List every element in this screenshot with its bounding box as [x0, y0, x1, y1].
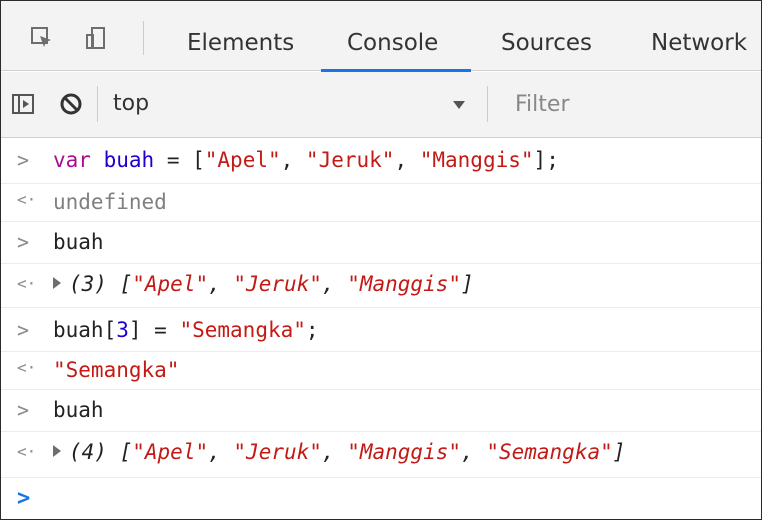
string-literal: "Manggis" [419, 148, 534, 172]
semicolon: ; [305, 318, 319, 342]
console-caret-icon: > [17, 486, 31, 511]
tab-console[interactable]: Console [347, 1, 438, 71]
clear-console-icon[interactable] [59, 92, 83, 116]
result-prompt-icon: <· [17, 442, 37, 461]
bracket: ] [612, 440, 626, 464]
array-preview[interactable]: (4) ["Apel", "Jeruk", "Manggis", "Semang… [53, 440, 625, 464]
comma: , [321, 440, 348, 464]
result-value: undefined [53, 190, 167, 214]
bracket: ] [461, 272, 474, 296]
comma: , [208, 272, 234, 296]
array-length: (4) [69, 440, 107, 464]
console-input-entry: > buah [1, 390, 761, 432]
tab-sources[interactable]: Sources [501, 1, 592, 71]
context-label: top [113, 91, 150, 116]
console-sidebar-icon[interactable] [11, 92, 35, 116]
variable-name: buah[ [53, 318, 117, 342]
string-literal: "Semangka" [486, 440, 613, 464]
filterbar-divider [97, 86, 98, 122]
string-literal: "Apel" [132, 272, 209, 296]
comma: , [394, 148, 420, 172]
bracket: [ [119, 272, 133, 296]
operator: = [154, 148, 193, 172]
array-length: (3) [69, 272, 107, 296]
operator: = [141, 318, 180, 342]
keyword: var [53, 148, 91, 172]
expand-triangle-icon[interactable] [53, 445, 61, 457]
string-literal: "Manggis" [347, 440, 462, 464]
result-prompt-icon: <· [17, 358, 37, 377]
result-value: "Semangka" [53, 358, 180, 382]
string-literal: "Jeruk" [233, 272, 322, 296]
comma: , [280, 148, 306, 172]
result-prompt-icon: <· [17, 190, 37, 209]
variable-name: buah [103, 148, 155, 172]
console-input-entry: > buah[3] = "Semangka"; [1, 308, 761, 352]
devtools-window: Elements Console Sources Network top > v… [0, 0, 762, 520]
index-number: 3 [116, 318, 129, 342]
context-selector[interactable]: top [113, 86, 473, 122]
input-prompt-icon: > [17, 398, 30, 422]
console-result-entry: <· "Semangka" [1, 352, 761, 390]
console-result-entry: <· undefined [1, 184, 761, 222]
input-prompt-icon: > [17, 148, 30, 172]
console-result-entry: <· (4) ["Apel", "Jeruk", "Manggis", "Sem… [1, 432, 761, 478]
console-prompt-line[interactable]: > [1, 478, 761, 519]
console-input-entry: > var buah = ["Apel", "Jeruk", "Manggis"… [1, 138, 761, 184]
console-input-entry: > buah [1, 222, 761, 264]
input-prompt-icon: > [17, 318, 30, 342]
filterbar-divider [487, 86, 488, 122]
bracket: [ [119, 440, 133, 464]
console-result-entry: <· (3) ["Apel", "Jeruk", "Manggis"] [1, 264, 761, 308]
tab-elements[interactable]: Elements [187, 1, 294, 71]
entry-code[interactable]: var buah = ["Apel", "Jeruk", "Manggis"]; [53, 148, 559, 172]
device-toolbar-icon[interactable] [85, 27, 107, 49]
result-prompt-icon: <· [17, 274, 37, 293]
string-literal: "Apel" [132, 440, 209, 464]
string-literal: "Jeruk" [233, 440, 322, 464]
inspect-element-icon[interactable] [31, 27, 53, 49]
dropdown-arrow-icon [453, 101, 465, 109]
string-literal: "Manggis" [347, 272, 462, 296]
entry-code[interactable]: buah [53, 230, 104, 254]
filter-input[interactable] [497, 86, 757, 122]
input-prompt-icon: > [17, 230, 30, 254]
tab-network[interactable]: Network [651, 1, 747, 71]
string-literal: "Semangka" [179, 318, 306, 342]
string-literal: "Jeruk" [305, 148, 395, 172]
comma: , [321, 272, 348, 296]
array-preview[interactable]: (3) ["Apel", "Jeruk", "Manggis"] [53, 272, 474, 296]
bracket: ] [533, 148, 547, 172]
bracket: ] [128, 318, 142, 342]
console-filterbar: top [1, 72, 761, 138]
entry-code[interactable]: buah [53, 398, 104, 422]
console-output: > var buah = ["Apel", "Jeruk", "Manggis"… [1, 138, 761, 519]
entry-code[interactable]: buah[3] = "Semangka"; [53, 318, 319, 342]
devtools-tabbar: Elements Console Sources Network [1, 1, 761, 72]
semicolon: ; [546, 148, 559, 172]
expand-triangle-icon[interactable] [53, 277, 61, 289]
comma: , [461, 440, 487, 464]
toolbar-divider [143, 21, 144, 55]
comma: , [208, 440, 234, 464]
bracket: [ [192, 148, 205, 172]
string-literal: "Apel" [204, 148, 281, 172]
